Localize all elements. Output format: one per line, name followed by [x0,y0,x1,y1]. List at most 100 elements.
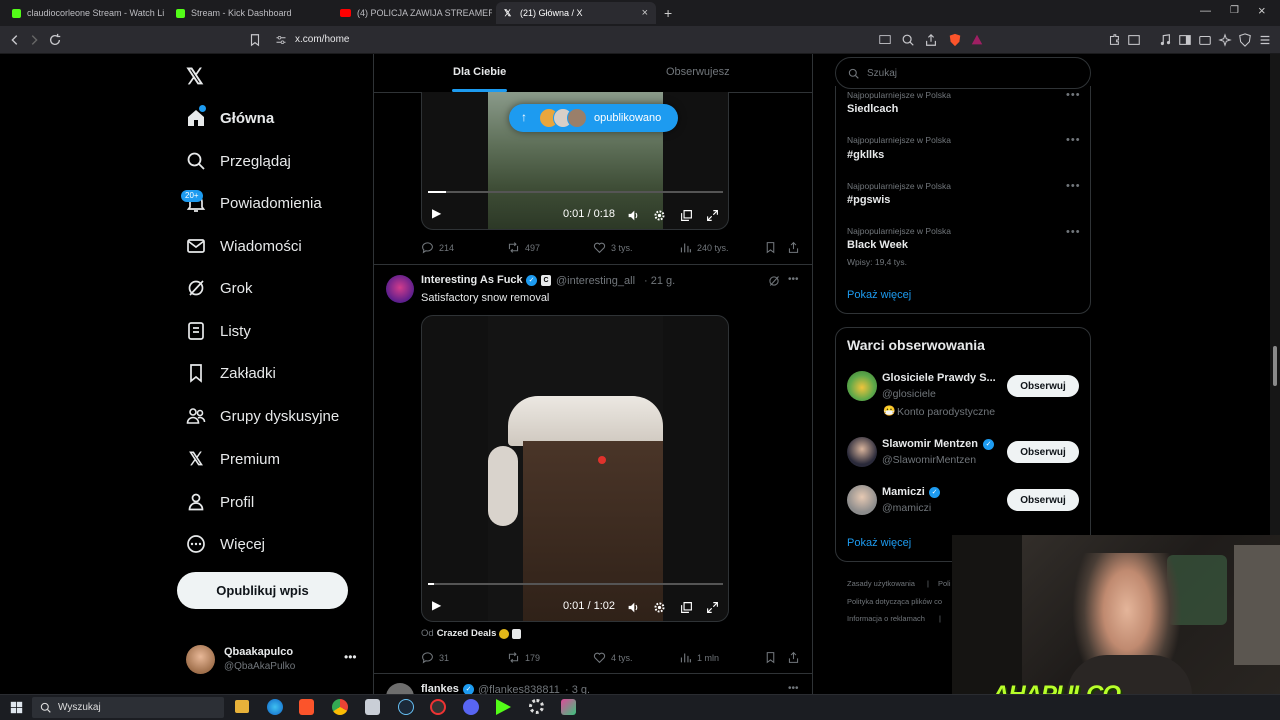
more-dots-icon[interactable]: ••• [1066,89,1081,101]
show-more-link[interactable]: Pokaż więcej [847,537,911,549]
follow-button[interactable]: Obserwuj [1007,441,1079,463]
kick-app-icon[interactable] [496,699,511,715]
play-icon[interactable]: ▶ [432,206,441,220]
volume-icon[interactable] [627,601,640,614]
repost-button[interactable]: 497 [507,241,540,254]
show-more-link[interactable]: Pokaż więcej [847,289,911,301]
brave-shield-icon[interactable] [948,33,962,47]
brave-rewards-icon[interactable] [970,33,984,47]
file-explorer-icon[interactable] [235,700,249,713]
taskbar-search[interactable]: Wyszukaj [32,697,224,718]
more-dots-icon[interactable]: ••• [788,683,799,694]
restore-icon[interactable]: ❐ [1230,5,1239,16]
steam-icon[interactable] [398,699,414,715]
tab-search-icon[interactable] [1127,33,1141,47]
bookmark-page-icon[interactable] [248,33,262,47]
post-handle[interactable]: @interesting_all [556,275,635,287]
sidebar-item-lists[interactable]: Listy [186,316,251,346]
footer-link[interactable]: Informacja o reklamach [847,614,925,623]
share-icon[interactable] [787,651,800,664]
avatar[interactable] [386,275,414,303]
minimize-icon[interactable]: — [1200,5,1211,17]
obs-icon[interactable] [430,699,446,715]
more-dots-icon[interactable]: ••• [1066,226,1081,238]
fullscreen-icon[interactable] [706,601,719,614]
windows-start-icon[interactable] [10,701,23,714]
share-icon[interactable] [787,241,800,254]
bookmark-icon[interactable] [764,241,777,254]
tab-following[interactable]: Obserwujesz [666,66,730,78]
user-name[interactable]: Slawomir Mentzen [882,438,978,450]
new-tab-icon[interactable]: + [664,5,672,21]
browser-tab[interactable]: (4) POLICJA ZAWIJA STREAMERA! XA [332,2,492,24]
video-source[interactable]: Od Crazed Deals [421,628,522,639]
x-logo-icon[interactable]: 𝕏 [186,64,204,90]
menu-icon[interactable] [1258,33,1272,47]
sidebar-item-bookmarks[interactable]: Zakładki [186,358,276,388]
post-button[interactable]: Opublikuj wpis [177,572,348,609]
more-dots-icon[interactable]: ••• [788,274,799,285]
like-button[interactable]: 3 tys. [593,241,633,254]
cast-icon[interactable] [878,33,892,47]
pip-icon[interactable] [680,209,693,222]
extensions-icon[interactable] [1107,33,1121,47]
fullscreen-icon[interactable] [706,209,719,222]
window-close-icon[interactable]: × [1258,3,1266,18]
more-dots-icon[interactable]: ••• [1066,134,1081,146]
volume-icon[interactable] [627,209,640,222]
avatar[interactable] [847,371,877,401]
zoom-icon[interactable] [901,33,915,47]
account-switcher[interactable]: Qbaakapulco @QbaAkaPulko ••• [176,640,366,682]
follow-button[interactable]: Obserwuj [1007,489,1079,511]
user-handle[interactable]: @SlawomirMentzen [882,454,976,466]
browser-tab[interactable]: Stream - Kick Dashboard [168,2,328,24]
back-icon[interactable] [8,33,22,47]
avatar[interactable] [847,437,877,467]
user-handle[interactable]: @mamiczi [882,502,931,514]
trend-item[interactable]: #gkllks [847,149,884,161]
views-button[interactable]: 240 tys. [679,241,729,254]
play-icon[interactable]: ▶ [432,598,441,612]
more-dots-icon[interactable]: ••• [1066,180,1081,192]
pip-icon[interactable] [680,601,693,614]
reply-button[interactable]: 214 [421,241,454,254]
url-field[interactable]: x.com/home [295,34,349,45]
search-input[interactable]: Szukaj [835,57,1091,89]
share-icon[interactable] [924,33,938,47]
footer-link[interactable]: Polityka dotycząca plików co [847,597,942,606]
sidebar-icon[interactable] [1178,33,1192,47]
reload-icon[interactable] [48,33,62,47]
new-posts-pill[interactable]: ↑ opublikowano [509,104,678,132]
sidebar-item-grok[interactable]: Grok [186,273,253,303]
video-player[interactable]: ▶ 0:01 / 1:02 [421,315,729,622]
settings-icon[interactable] [653,209,666,222]
sidebar-item-explore[interactable]: Przeglądaj [186,146,291,176]
post-author[interactable]: Interesting As Fuck [421,274,523,286]
post-time[interactable]: · 21 g. [644,275,675,287]
avatar[interactable] [847,485,877,515]
like-button[interactable]: 4 tys. [593,651,633,664]
follow-button[interactable]: Obserwuj [1007,375,1079,397]
wallet-icon[interactable] [1198,33,1212,47]
tab-for-you[interactable]: Dla Ciebie [453,66,506,78]
browser-tab[interactable]: claudiocorleone Stream - Watch Live [4,2,164,24]
settings-gear-icon[interactable] [529,699,544,714]
reply-button[interactable]: 31 [421,651,449,664]
edge-icon[interactable] [267,699,283,715]
repost-button[interactable]: 179 [507,651,540,664]
footer-link[interactable]: Zasady użytkowania [847,579,915,588]
settings-icon[interactable] [653,601,666,614]
discord-icon[interactable] [463,699,479,715]
forward-icon[interactable] [27,33,41,47]
footer-link[interactable]: Poli [938,579,951,588]
close-icon[interactable]: × [642,7,648,19]
sidebar-item-premium[interactable]: 𝕏 Premium [186,444,280,474]
user-handle[interactable]: @glosiciele [882,388,936,400]
user-name[interactable]: Glosiciele Prawdy S... [882,372,1000,384]
video-progress[interactable] [428,583,723,585]
trend-item[interactable]: Black Week [847,239,908,251]
browser-tab-active[interactable]: 𝕏 (21) Główna / X × [496,2,656,24]
app-icon[interactable] [365,699,380,715]
grok-icon[interactable] [768,275,780,287]
app-icon[interactable] [561,699,576,715]
